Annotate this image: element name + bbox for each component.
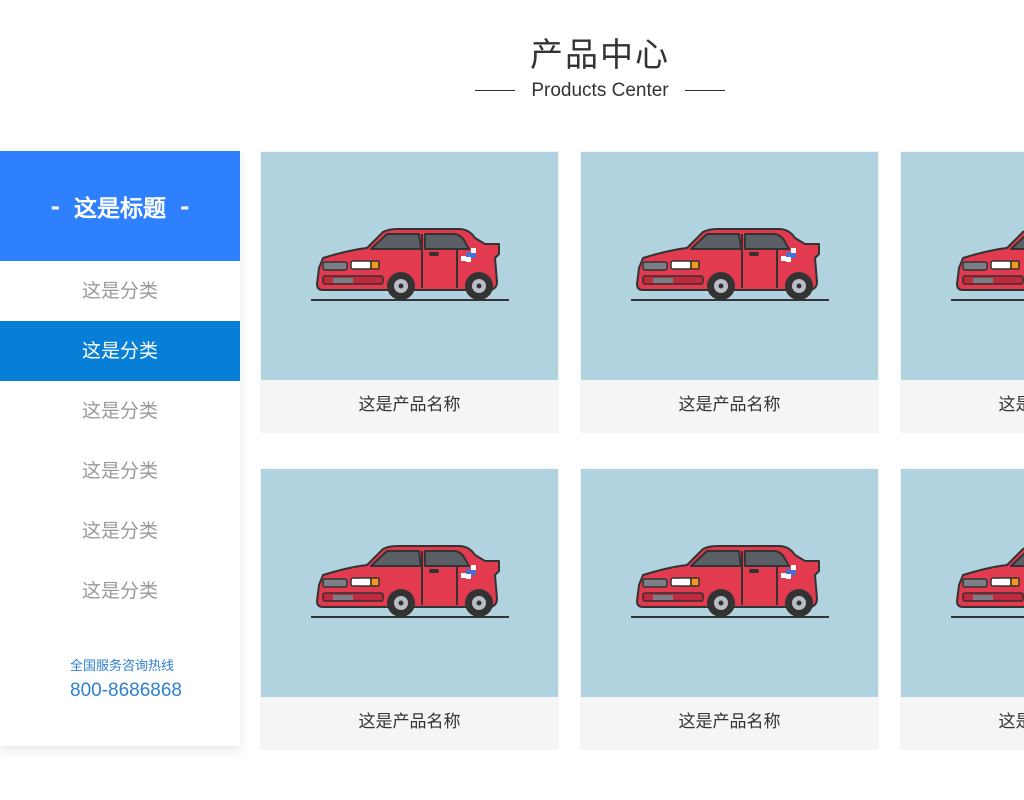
red-car-icon: [631, 228, 829, 301]
sidebar-title-text: 这是标题: [74, 195, 166, 222]
red-car-icon: [951, 230, 1024, 301]
product-card[interactable]: 这是产品名称: [900, 151, 1024, 433]
sidebar-title: - 这是标题 -: [0, 151, 240, 261]
red-car-icon: [311, 228, 509, 301]
sidebar-category-3[interactable]: 这是分类: [0, 381, 240, 441]
sidebar-category-4[interactable]: 这是分类: [0, 441, 240, 501]
section-subtitle-row: Products Center: [0, 80, 1024, 106]
sidebar-category-6[interactable]: 这是分类: [0, 561, 240, 621]
product-name[interactable]: 这是产品名称: [900, 697, 1024, 750]
product-image[interactable]: [901, 152, 1024, 380]
hotline-label: 全国服务咨询热线: [70, 659, 175, 674]
sidebar-category-1[interactable]: 这是分类: [0, 261, 240, 321]
product-image[interactable]: [261, 152, 558, 380]
product-image[interactable]: [261, 469, 558, 697]
product-name[interactable]: 这是产品名称: [580, 380, 879, 433]
product-image[interactable]: [901, 469, 1024, 697]
product-card[interactable]: 这是产品名称: [580, 468, 879, 750]
product-card[interactable]: 这是产品名称: [260, 468, 559, 750]
product-name[interactable]: 这是产品名称: [260, 697, 559, 750]
product-card[interactable]: 这是产品名称: [580, 151, 879, 433]
subtitle-right-line: [684, 90, 725, 92]
subtitle-left-line: [475, 90, 516, 92]
sidebar-category-5[interactable]: 这是分类: [0, 501, 240, 561]
hotline-number[interactable]: 800-8686868: [70, 680, 182, 702]
product-image[interactable]: [581, 152, 878, 380]
products-page: 产品中心 Products Center - 这是标题 - 这是分类 这是分类 …: [0, 0, 1024, 800]
product-name[interactable]: 这是产品名称: [580, 697, 879, 750]
product-image[interactable]: [581, 469, 878, 697]
product-card[interactable]: 这是产品名称: [260, 151, 559, 433]
category-sidebar: - 这是标题 - 这是分类 这是分类 这是分类 这是分类 这是分类 这是分类 全…: [0, 151, 240, 746]
red-car-icon: [631, 545, 829, 618]
section-subtitle: Products Center: [531, 80, 669, 101]
red-car-icon: [951, 547, 1024, 618]
sidebar-title-dash-right: -: [180, 192, 190, 220]
section-title: 产品中心: [530, 35, 670, 74]
product-name[interactable]: 这是产品名称: [260, 380, 559, 433]
red-car-icon: [311, 545, 509, 618]
hotline: 全国服务咨询热线 800-8686868: [70, 655, 182, 702]
product-card[interactable]: 这是产品名称: [900, 468, 1024, 750]
sidebar-title-dash-left: -: [50, 192, 60, 220]
sidebar-category-2[interactable]: 这是分类: [0, 321, 240, 381]
product-name[interactable]: 这是产品名称: [900, 380, 1024, 433]
